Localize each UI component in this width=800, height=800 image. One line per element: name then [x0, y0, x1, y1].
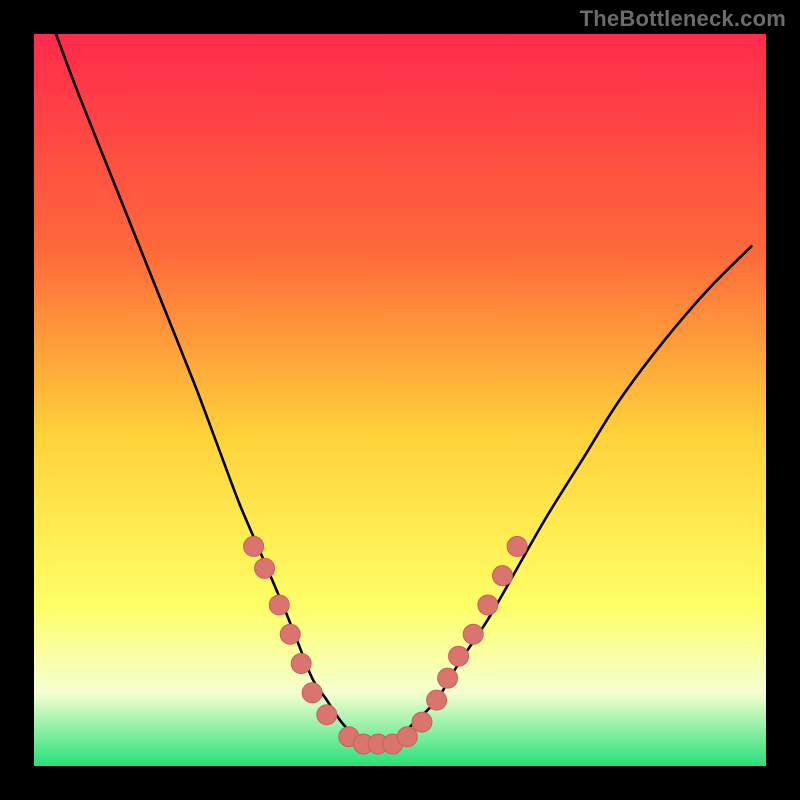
- watermark-text: TheBottleneck.com: [580, 6, 786, 32]
- curve-marker: [317, 705, 337, 725]
- curve-marker: [492, 566, 512, 586]
- stage: TheBottleneck.com: [0, 0, 800, 800]
- curve-marker: [397, 727, 417, 747]
- curve-marker: [280, 624, 300, 644]
- chart-container: [34, 34, 766, 766]
- curve-marker: [478, 595, 498, 615]
- gradient-background: [34, 34, 766, 766]
- curve-marker: [438, 668, 458, 688]
- curve-marker: [302, 683, 322, 703]
- curve-marker: [412, 712, 432, 732]
- curve-marker: [291, 654, 311, 674]
- curve-marker: [463, 624, 483, 644]
- curve-marker: [255, 558, 275, 578]
- curve-marker: [269, 595, 289, 615]
- curve-marker: [507, 536, 527, 556]
- bottleneck-chart: [34, 34, 766, 766]
- curve-marker: [449, 646, 469, 666]
- curve-marker: [244, 536, 264, 556]
- curve-marker: [427, 690, 447, 710]
